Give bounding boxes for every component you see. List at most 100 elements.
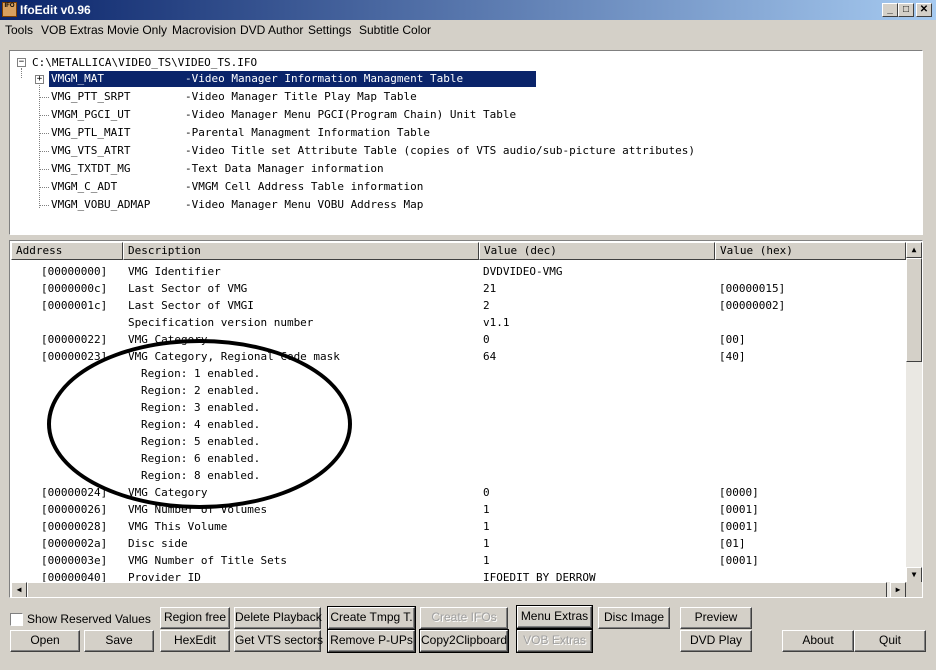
tree-item-vmg-vts-atrt[interactable]: VMG_VTS_ATRT -Video Title set Attribute …: [39, 143, 695, 159]
cell-value-dec: 2: [483, 299, 490, 312]
vertical-scroll-thumb[interactable]: [906, 258, 922, 362]
maximize-button[interactable]: □: [898, 3, 914, 17]
tree-item-vmgm-vobu-admap[interactable]: VMGM_VOBU_ADMAP -Video Manager Menu VOBU…: [39, 197, 423, 213]
about-button[interactable]: About: [782, 630, 854, 652]
menu-bar: Tools VOB Extras Movie Only Macrovision …: [0, 20, 936, 40]
table-row[interactable]: Region: 5 enabled.: [10, 433, 906, 450]
cell-address: [00000022]: [41, 333, 108, 346]
cell-value-hex: [01]: [719, 537, 746, 550]
tree-item-desc: -Video Manager Title Play Map Table: [185, 90, 417, 103]
cell-value-hex: [0001]: [719, 554, 759, 567]
cell-region: Region: 1 enabled.: [141, 367, 261, 380]
menu-subtitle-color[interactable]: Subtitle Color: [359, 23, 431, 37]
expand-icon[interactable]: +: [35, 75, 44, 84]
column-header-address[interactable]: Address: [11, 242, 123, 260]
table-row[interactable]: [00000000] VMG Identifier DVDVIDEO-VMG: [10, 263, 906, 280]
create-tmpg-button[interactable]: Create Tmpg T.: [327, 606, 416, 630]
region-free-button[interactable]: Region free: [160, 607, 230, 629]
tree-item-vmgm-c-adt[interactable]: VMGM_C_ADT -VMGM Cell Address Table info…: [39, 179, 423, 195]
ifo-detail-list[interactable]: Address Description Value (dec) Value (h…: [9, 240, 923, 598]
preview-button[interactable]: Preview: [680, 607, 752, 629]
scroll-down-icon[interactable]: ▼: [906, 567, 922, 583]
close-button[interactable]: ✕: [916, 3, 932, 17]
column-header-value-hex[interactable]: Value (hex): [715, 242, 906, 260]
delete-playback-button[interactable]: Delete Playback: [234, 607, 322, 629]
column-header-description[interactable]: Description: [123, 242, 479, 260]
table-row[interactable]: Region: 1 enabled.: [10, 365, 906, 382]
table-row[interactable]: [0000001c] Last Sector of VMGI 2 [00000002]: [10, 297, 906, 314]
table-row[interactable]: [0000000c] Last Sector of VMG 21 [00000015]: [10, 280, 906, 297]
horizontal-scrollbar[interactable]: ◀ ▶: [11, 582, 906, 597]
vob-extras-button[interactable]: VOB Extras: [516, 629, 593, 653]
cell-address: [00000023]: [41, 350, 108, 363]
cell-description: VMG This Volume: [128, 520, 228, 533]
table-row[interactable]: [00000022] VMG Category 0 [00]: [10, 331, 906, 348]
tree-item-vmg-txtdt-mg[interactable]: VMG_TXTDT_MG -Text Data Manager informat…: [39, 161, 384, 177]
show-reserved-checkbox[interactable]: [10, 613, 23, 626]
scroll-right-icon[interactable]: ▶: [890, 582, 906, 597]
menu-extras-button[interactable]: Menu Extras: [516, 605, 593, 629]
horizontal-scroll-thumb[interactable]: [27, 582, 887, 597]
tree-item-name: VMG_PTT_SRPT: [51, 90, 131, 103]
minimize-button[interactable]: _: [882, 3, 898, 17]
scrollbar-corner: [906, 582, 922, 597]
table-row[interactable]: Region: 6 enabled.: [10, 450, 906, 467]
ifo-tree-view[interactable]: − C:\METALLICA\VIDEO_TS\VIDEO_TS.IFO + V…: [9, 50, 923, 235]
disc-image-button[interactable]: Disc Image: [598, 607, 670, 629]
tree-item-vmg-ptt-srpt[interactable]: VMG_PTT_SRPT -Video Manager Title Play M…: [39, 89, 417, 105]
menu-macrovision[interactable]: Macrovision: [172, 23, 236, 37]
dvd-play-button[interactable]: DVD Play: [680, 630, 752, 652]
cell-value-hex: [0001]: [719, 520, 759, 533]
table-row[interactable]: Region: 8 enabled.: [10, 467, 906, 484]
cell-value-dec: 1: [483, 537, 490, 550]
table-row[interactable]: [00000024] VMG Category 0 [0000]: [10, 484, 906, 501]
quit-button[interactable]: Quit: [854, 630, 926, 652]
remove-pups-button[interactable]: Remove P-UPs: [327, 629, 416, 653]
cell-value-dec: 64: [483, 350, 497, 363]
tree-item-desc: -Video Manager Information Managment Tab…: [185, 72, 464, 85]
save-button[interactable]: Save: [84, 630, 154, 652]
table-row[interactable]: [00000026] VMG Number of Volumes 1 [0001]: [10, 501, 906, 518]
cell-value-hex: [00]: [719, 333, 746, 346]
cell-address: [0000001c]: [41, 299, 108, 312]
tree-item-name: VMGM_C_ADT: [51, 180, 118, 193]
cell-address: [0000000c]: [41, 282, 108, 295]
tree-item-name: VMG_VTS_ATRT: [51, 144, 131, 157]
cell-value-hex: [00000002]: [719, 299, 786, 312]
create-ifos-button[interactable]: Create IFOs: [420, 607, 508, 629]
table-row[interactable]: [0000002a] Disc side 1 [01]: [10, 535, 906, 552]
tree-item-vmg-ptl-mait[interactable]: VMG_PTL_MAIT -Parental Managment Informa…: [39, 125, 430, 141]
copy2clipboard-button[interactable]: Copy2Clipboard: [419, 629, 509, 653]
cell-address: [00000000]: [41, 265, 108, 278]
table-row[interactable]: Specification version number v1.1: [10, 314, 906, 331]
tree-item-desc: -Video Title set Attribute Table (copies…: [185, 144, 695, 157]
collapse-icon[interactable]: −: [17, 58, 26, 67]
table-row[interactable]: [00000028] VMG This Volume 1 [0001]: [10, 518, 906, 535]
table-row[interactable]: Region: 2 enabled.: [10, 382, 906, 399]
vertical-scrollbar[interactable]: ▲ ▼: [906, 242, 922, 583]
tree-item-vmgm-pgci-ut[interactable]: VMGM_PGCI_UT -Video Manager Menu PGCI(Pr…: [39, 107, 516, 123]
tree-item-vmgm-mat[interactable]: + VMGM_MAT -Video Manager Information Ma…: [35, 71, 536, 87]
hexedit-button[interactable]: HexEdit: [160, 630, 230, 652]
cell-region: Region: 5 enabled.: [141, 435, 261, 448]
cell-region: Region: 4 enabled.: [141, 418, 261, 431]
table-row[interactable]: [0000003e] VMG Number of Title Sets 1 [0001…: [10, 552, 906, 569]
menu-dvd-author[interactable]: DVD Author: [240, 23, 303, 37]
column-header-value-dec[interactable]: Value (dec): [479, 242, 715, 260]
menu-settings[interactable]: Settings: [308, 23, 351, 37]
cell-value-dec: 0: [483, 333, 490, 346]
menu-tools[interactable]: Tools: [5, 23, 33, 37]
tree-root-path[interactable]: C:\METALLICA\VIDEO_TS\VIDEO_TS.IFO: [32, 56, 257, 69]
table-row[interactable]: Region: 4 enabled.: [10, 416, 906, 433]
tree-item-name: VMGM_PGCI_UT: [51, 108, 131, 121]
table-row[interactable]: Region: 3 enabled.: [10, 399, 906, 416]
menu-movie-only[interactable]: Movie Only: [107, 23, 167, 37]
scroll-up-icon[interactable]: ▲: [906, 242, 922, 258]
scroll-left-icon[interactable]: ◀: [11, 582, 27, 597]
menu-vob-extras[interactable]: VOB Extras: [41, 23, 104, 37]
open-button[interactable]: Open: [10, 630, 80, 652]
get-vts-sectors-button[interactable]: Get VTS sectors: [234, 630, 323, 652]
cell-address: [0000002a]: [41, 537, 108, 550]
cell-description: VMG Number of Title Sets: [128, 554, 287, 567]
table-row[interactable]: [00000023] VMG Category, Regional Code ma…: [10, 348, 906, 365]
